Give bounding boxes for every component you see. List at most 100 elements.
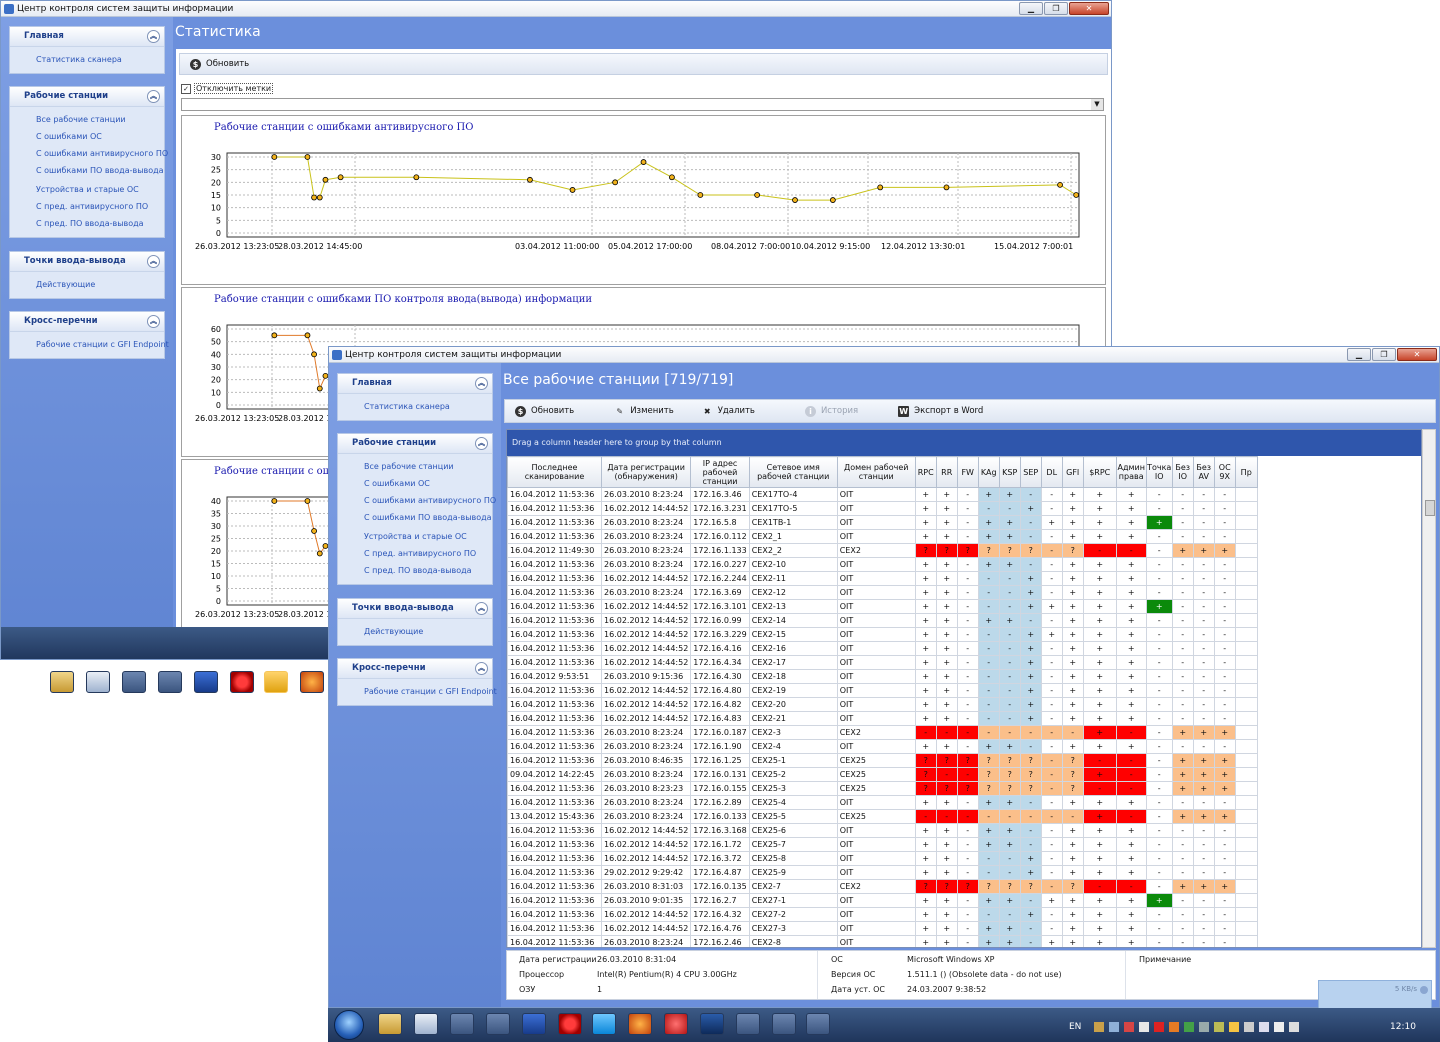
sidebar-item[interactable]: Действующие — [338, 623, 492, 640]
table-row[interactable]: 16.04.2012 11:53:36 16.02.2012 14:44:52 17… — [507, 697, 1258, 712]
close-button[interactable]: ✕ — [1069, 2, 1109, 15]
table-row[interactable]: 16.04.2012 11:53:36 26.03.2010 8:23:24 172… — [507, 557, 1258, 572]
column-header[interactable]: KAg — [977, 456, 1000, 488]
sidebar-group-header[interactable]: Рабочие станции ︽ — [10, 87, 164, 107]
table-row[interactable]: 16.04.2012 11:53:36 16.02.2012 14:44:52 17… — [507, 823, 1258, 838]
scroll-thumb[interactable] — [1425, 500, 1435, 516]
sidebar-group-header[interactable]: Рабочие станции ︽ — [338, 434, 492, 454]
column-header[interactable]: Без AV — [1192, 456, 1215, 488]
table-row[interactable]: 13.04.2012 15:43:36 26.03.2010 8:23:24 172… — [507, 809, 1258, 824]
minimize-button[interactable]: ▁ — [1019, 2, 1043, 15]
column-header[interactable]: IP адрес рабочей станции — [690, 456, 750, 488]
table-row[interactable]: 16.04.2012 11:53:36 16.02.2012 14:44:52 17… — [507, 655, 1258, 670]
table-row[interactable]: 16.04.2012 11:53:36 26.03.2010 8:23:24 172… — [507, 585, 1258, 600]
network-tool-icon[interactable] — [486, 1013, 510, 1035]
collapse-chevron-icon[interactable]: ︽ — [147, 255, 160, 268]
table-row[interactable]: 16.04.2012 11:53:36 26.03.2010 8:23:24 172… — [507, 795, 1258, 810]
close-button[interactable]: ✕ — [1397, 348, 1437, 361]
table-row[interactable]: 16.04.2012 11:53:36 26.03.2010 8:23:24 172… — [507, 515, 1258, 530]
tray-chat-icon[interactable] — [1229, 1022, 1239, 1032]
table-row[interactable]: 16.04.2012 11:53:36 16.02.2012 14:44:52 17… — [507, 683, 1258, 698]
skype-icon[interactable] — [264, 671, 288, 693]
clock[interactable]: 12:10 — [1390, 1022, 1416, 1032]
disable-labels-checkbox[interactable]: ✓ Отключить метки — [181, 83, 274, 94]
table-row[interactable]: 16.04.2012 11:53:36 16.02.2012 14:44:52 17… — [507, 907, 1258, 922]
skype-icon[interactable] — [592, 1013, 616, 1035]
collapse-chevron-icon[interactable]: ︽ — [475, 662, 488, 675]
maximize-button[interactable]: ❐ — [1372, 348, 1396, 361]
column-header[interactable]: FW — [956, 456, 979, 488]
monitor-app-icon[interactable] — [522, 1013, 546, 1035]
edit-button[interactable]: ✎ Изменить — [604, 401, 684, 421]
table-row[interactable]: 16.04.2012 11:53:36 26.03.2010 8:23:23 172… — [507, 781, 1258, 796]
monitor-app-icon[interactable] — [194, 671, 218, 693]
tray-flag-icon[interactable] — [1289, 1022, 1299, 1032]
table-row[interactable]: 16.04.2012 11:53:36 16.02.2012 14:44:52 17… — [507, 837, 1258, 852]
refresh-button[interactable]: $ Обновить — [505, 401, 584, 421]
table-row[interactable]: 16.04.2012 11:53:36 29.02.2012 9:29:42 172… — [507, 865, 1258, 880]
table-row[interactable]: 16.04.2012 11:53:36 16.02.2012 14:44:52 17… — [507, 613, 1258, 628]
column-header[interactable]: Без IO — [1171, 456, 1194, 488]
column-header[interactable]: Сетевое имя рабочей станции — [748, 456, 838, 488]
group-by-panel[interactable]: Drag a column header here to group by th… — [507, 430, 1421, 456]
word-icon[interactable] — [450, 1013, 474, 1035]
sidebar-group-header[interactable]: Кросс-перечни ︽ — [10, 312, 164, 332]
photoshop-icon[interactable] — [700, 1013, 724, 1035]
sidebar-item[interactable]: Все рабочие станции — [338, 458, 492, 475]
sidebar-item[interactable]: Устройства и старые ОС — [10, 181, 164, 198]
sidebar-item[interactable]: Устройства и старые ОС — [338, 528, 492, 545]
collapse-chevron-icon[interactable]: ︽ — [475, 437, 488, 450]
tray-mail-icon[interactable] — [1139, 1022, 1149, 1032]
notepad-icon[interactable] — [86, 671, 110, 693]
language-indicator[interactable]: EN — [1069, 1022, 1081, 1032]
sidebar-group-header[interactable]: Кросс-перечни ︽ — [338, 659, 492, 679]
table-row[interactable]: 16.04.2012 11:53:36 16.02.2012 14:44:52 17… — [507, 851, 1258, 866]
tray-gear-icon[interactable] — [1199, 1022, 1209, 1032]
collapse-chevron-icon[interactable]: ︽ — [475, 377, 488, 390]
back-window-titlebar[interactable]: Центр контроля систем защиты информации … — [1, 1, 1111, 17]
table-row[interactable]: 16.04.2012 11:53:36 26.03.2010 8:23:24 172… — [507, 487, 1258, 502]
tray-antivirus-icon[interactable] — [1184, 1022, 1194, 1032]
table-row[interactable]: 16.04.2012 11:53:36 16.02.2012 14:44:52 17… — [507, 711, 1258, 726]
table-row[interactable]: 16.04.2012 11:53:36 16.02.2012 14:44:52 17… — [507, 501, 1258, 516]
table-row[interactable]: 16.04.2012 11:53:36 16.02.2012 14:44:52 17… — [507, 627, 1258, 642]
explorer-icon[interactable] — [378, 1013, 402, 1035]
sidebar-group-header[interactable]: Главная ︽ — [338, 374, 492, 394]
column-header[interactable]: Админ права — [1115, 456, 1147, 488]
column-header[interactable]: Точка IO — [1145, 456, 1173, 488]
collapse-chevron-icon[interactable]: ︽ — [147, 315, 160, 328]
sidebar-item[interactable]: С ошибками ОС — [10, 128, 164, 145]
column-header[interactable]: SEP — [1019, 456, 1042, 488]
minimize-button[interactable]: ▁ — [1347, 348, 1371, 361]
tray-power-icon[interactable] — [1244, 1022, 1254, 1032]
word-icon[interactable] — [122, 671, 146, 693]
firefox-icon[interactable] — [300, 671, 324, 693]
sidebar-group-header[interactable]: Главная ︽ — [10, 27, 164, 47]
table-row[interactable]: 16.04.2012 11:53:36 26.03.2010 8:23:24 172… — [507, 529, 1258, 544]
column-header[interactable]: $RPC — [1082, 456, 1117, 488]
table-row[interactable]: 16.04.2012 11:49:30 26.03.2010 8:23:24 172… — [507, 543, 1258, 558]
opera-icon[interactable] — [558, 1013, 582, 1035]
column-header[interactable]: Пр — [1234, 456, 1258, 488]
table-row[interactable]: 16.04.2012 11:53:36 26.03.2010 8:23:24 172… — [507, 935, 1258, 947]
grid-scrollbar[interactable] — [1422, 429, 1436, 948]
tray-sync-icon[interactable] — [1214, 1022, 1224, 1032]
notepad-icon[interactable] — [414, 1013, 438, 1035]
column-header[interactable]: ОС 9X — [1213, 456, 1236, 488]
table-row[interactable]: 16.04.2012 11:53:36 16.02.2012 14:44:52 17… — [507, 571, 1258, 586]
checkbox-checked-icon[interactable]: ✓ — [181, 83, 191, 94]
sidebar-item[interactable]: С пред. ПО ввода-вывода — [338, 562, 492, 579]
table-row[interactable]: 16.04.2012 11:53:36 26.03.2010 8:23:24 172… — [507, 725, 1258, 740]
sidebar-item[interactable]: С ошибками антивирусного ПО — [10, 145, 168, 162]
table-row[interactable]: 16.04.2012 11:53:36 26.03.2010 8:23:24 172… — [507, 739, 1258, 754]
tray-pdf-icon[interactable] — [1154, 1022, 1164, 1032]
sidebar-item[interactable]: Действующие — [10, 276, 164, 293]
sidebar-group-header[interactable]: Точки ввода-вывода ︽ — [10, 252, 164, 272]
delete-button[interactable]: ✖ Удалить — [692, 401, 765, 421]
table-row[interactable]: 16.04.2012 11:53:36 26.03.2010 8:31:03 172… — [507, 879, 1258, 894]
column-header[interactable]: RPC — [914, 456, 937, 488]
table-row[interactable]: 09.04.2012 14:22:45 26.03.2010 8:23:24 172… — [507, 767, 1258, 782]
tray-shield-icon[interactable] — [1124, 1022, 1134, 1032]
sidebar-item[interactable]: С пред. ПО ввода-вывода — [10, 215, 164, 232]
chart-selector-dropdown[interactable]: ▼ — [181, 98, 1104, 111]
